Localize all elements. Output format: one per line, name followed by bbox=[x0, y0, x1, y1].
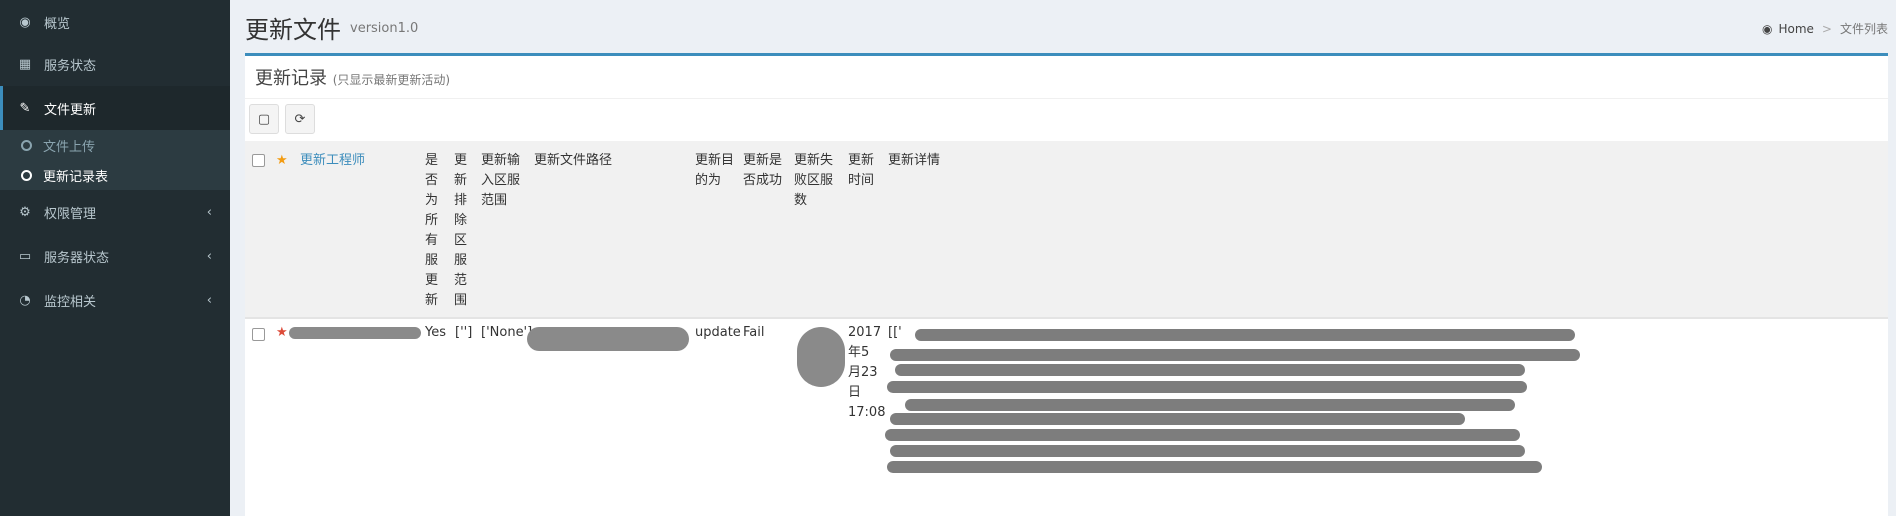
column-header-exclude-range: 更 新 排 除 区 服 范 围 bbox=[454, 153, 468, 308]
dashboard-icon: ◉ bbox=[19, 14, 31, 30]
submenu-item-file-upload[interactable]: 文件上传 bbox=[0, 130, 230, 160]
cell-input-range: ['None'] bbox=[481, 325, 533, 340]
nav-item-label: 服务状态 bbox=[44, 58, 97, 74]
circle-icon bbox=[21, 139, 32, 151]
cell-purpose: update bbox=[695, 325, 741, 340]
chevron-left-icon: ‹ bbox=[206, 248, 212, 264]
nav-item-overview[interactable]: ◉ 概览 bbox=[0, 0, 230, 44]
breadcrumb-home[interactable]: Home bbox=[1778, 22, 1813, 36]
redacted-file-path bbox=[527, 327, 689, 351]
cell-detail-prefix: [[' bbox=[888, 325, 902, 340]
redacted-fail-count bbox=[797, 327, 845, 387]
redacted-detail bbox=[885, 429, 1520, 441]
redacted-engineer bbox=[289, 327, 421, 339]
box-title-note: (只显示最新更新活动) bbox=[332, 73, 451, 87]
column-header-file-path: 更新文件路径 bbox=[534, 153, 613, 168]
edit-icon: ✎ bbox=[19, 100, 31, 116]
nav-item-file-update[interactable]: ✎ 文件更新 bbox=[0, 86, 230, 130]
page-title: 更新文件 bbox=[245, 16, 341, 44]
row-checkbox[interactable] bbox=[252, 328, 265, 341]
nav-item-label: 服务器状态 bbox=[44, 250, 110, 266]
nav-item-permissions[interactable]: ⚙ 权限管理 ‹ bbox=[0, 190, 230, 234]
submenu-item-update-records[interactable]: 更新记录表 bbox=[0, 160, 230, 190]
breadcrumb-separator: > bbox=[1821, 21, 1832, 36]
cogs-icon: ⚙ bbox=[19, 204, 31, 220]
column-header-engineer[interactable]: 更新工程师 bbox=[300, 151, 365, 171]
cell-all-servers: Yes bbox=[425, 325, 446, 340]
table-header: ★ 更新工程师 是 否 为 所 有 服 更 新 更 新 排 除 区 服 范 围 … bbox=[245, 141, 1888, 319]
redacted-detail bbox=[890, 445, 1525, 457]
column-header-input-range: 更新输 入区服 范围 bbox=[481, 153, 521, 208]
column-header-purpose: 更新目 的为 bbox=[695, 153, 735, 188]
sidebar: ◉ 概览 ▦ 服务状态 ✎ 文件更新 文件上传 更新记录表 ⚙ 权限管理 ‹ ▭… bbox=[0, 0, 230, 516]
table-row: ★ Yes [''] ['None'] update Fail 2017 年5 … bbox=[245, 319, 1888, 516]
divider bbox=[245, 98, 1888, 99]
circle-icon bbox=[21, 169, 32, 181]
select-all-checkbox[interactable] bbox=[252, 154, 265, 167]
file-update-submenu: 文件上传 更新记录表 bbox=[0, 130, 230, 190]
submenu-item-label: 文件上传 bbox=[43, 139, 96, 155]
cell-success: Fail bbox=[743, 325, 765, 340]
redacted-detail bbox=[915, 329, 1575, 341]
redacted-detail bbox=[895, 364, 1525, 376]
nav-item-monitoring[interactable]: ◔ 监控相关 ‹ bbox=[0, 278, 230, 322]
nav-item-label: 权限管理 bbox=[44, 206, 97, 222]
submenu-item-label: 更新记录表 bbox=[43, 169, 109, 185]
pie-chart-icon: ◔ bbox=[19, 292, 31, 308]
refresh-button[interactable]: ⟳ bbox=[285, 104, 315, 134]
toggle-columns-button[interactable]: ▢ bbox=[249, 104, 279, 134]
box-title: 更新记录 (只显示最新更新活动) bbox=[255, 64, 450, 90]
chevron-left-icon: ‹ bbox=[206, 292, 212, 308]
breadcrumb-current: 文件列表 bbox=[1839, 22, 1888, 36]
nav-item-server-status[interactable]: ▭ 服务器状态 ‹ bbox=[0, 234, 230, 278]
star-icon[interactable]: ★ bbox=[276, 323, 288, 343]
nav-item-service-status[interactable]: ▦ 服务状态 bbox=[0, 42, 230, 86]
redacted-detail bbox=[890, 349, 1580, 361]
cell-exclude-range: [''] bbox=[455, 325, 473, 340]
redacted-detail bbox=[905, 399, 1515, 411]
nav-item-label: 监控相关 bbox=[44, 294, 97, 310]
redacted-detail bbox=[890, 413, 1465, 425]
column-header-time: 更新 时间 bbox=[848, 153, 875, 188]
column-header-all-servers: 是 否 为 所 有 服 更 新 bbox=[425, 153, 439, 308]
breadcrumb: ◉ Home > 文件列表 bbox=[1762, 20, 1888, 37]
redacted-detail bbox=[887, 381, 1527, 393]
dashboard-icon: ◉ bbox=[1762, 21, 1773, 36]
box-title-text: 更新记录 bbox=[255, 68, 327, 89]
laptop-icon: ▭ bbox=[18, 248, 32, 264]
grid-icon: ▦ bbox=[18, 56, 32, 72]
cell-time: 2017 年5 月23 日 17:08 bbox=[848, 325, 886, 420]
nav-item-label: 文件更新 bbox=[44, 102, 97, 118]
column-header-fail-count: 更新失 败区服 数 bbox=[794, 153, 834, 208]
nav-item-label: 概览 bbox=[44, 16, 71, 32]
column-header-detail: 更新详情 bbox=[888, 153, 941, 168]
chevron-left-icon: ‹ bbox=[206, 204, 212, 220]
update-records-box: 更新记录 (只显示最新更新活动) ▢ ⟳ ★ 更新工程师 是 否 为 所 有 服… bbox=[245, 53, 1888, 516]
star-header-icon: ★ bbox=[276, 153, 288, 168]
page-subtitle: version1.0 bbox=[350, 21, 419, 36]
column-header-success: 更新是 否成功 bbox=[743, 153, 783, 188]
redacted-detail bbox=[887, 461, 1542, 473]
